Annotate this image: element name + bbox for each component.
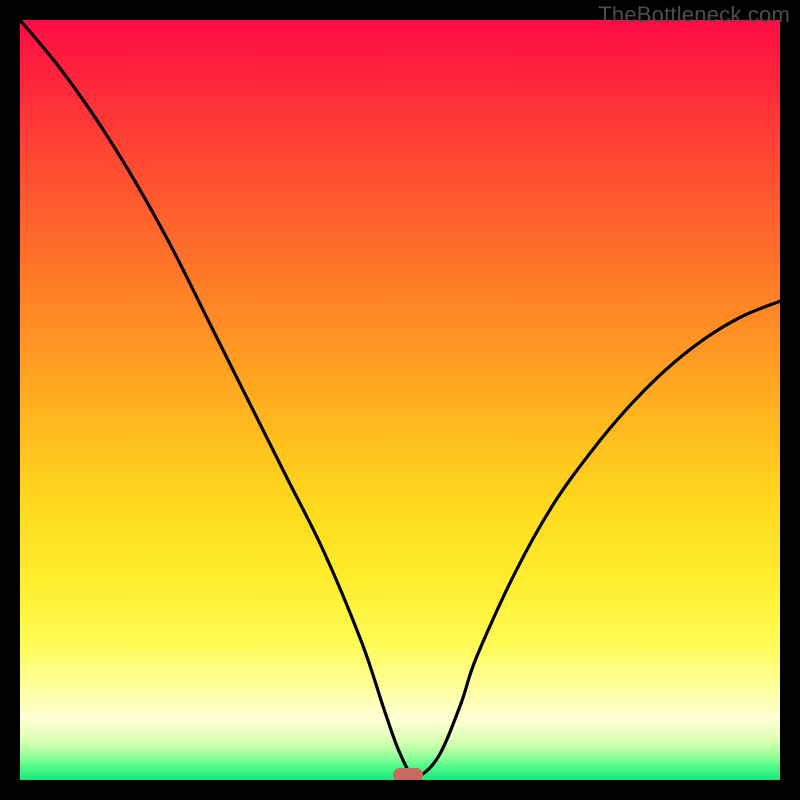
plot-area xyxy=(20,20,780,780)
optimal-point-marker xyxy=(393,768,423,780)
chart-frame: TheBottleneck.com xyxy=(0,0,800,800)
bottleneck-curve xyxy=(20,20,780,780)
watermark-text: TheBottleneck.com xyxy=(598,2,790,28)
